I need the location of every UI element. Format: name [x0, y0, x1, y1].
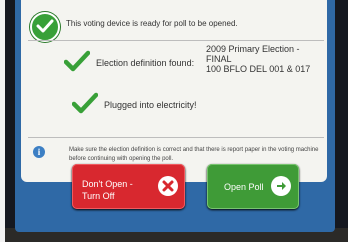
arrow-right-icon — [271, 176, 291, 196]
info-icon: i — [33, 146, 45, 158]
status-header: This voting device is ready for poll to … — [66, 19, 238, 28]
checkmark-circle-icon — [30, 12, 60, 42]
election-name: 2009 Primary Election - — [206, 44, 300, 54]
open-poll-button-label: Open Poll — [224, 182, 264, 192]
election-definition-value: 2009 Primary Election - FINAL 100 BFLO D… — [206, 44, 310, 74]
election-status: FINAL — [206, 54, 232, 64]
open-poll-button[interactable]: Open Poll — [207, 164, 299, 209]
dont-open-turn-off-button[interactable]: Don't Open - Turn Off — [72, 164, 185, 209]
election-district: 100 BFLO DEL 001 & 017 — [206, 64, 311, 74]
checkmark-icon — [64, 50, 90, 72]
election-definition-label: Election definition found: — [96, 58, 195, 68]
divider — [28, 40, 324, 41]
divider — [28, 137, 324, 138]
x-icon — [158, 176, 178, 196]
checkmark-icon — [72, 92, 98, 114]
electricity-label: Plugged into electricity! — [104, 100, 197, 110]
instruction-note: Make sure the election definition is cor… — [69, 147, 319, 162]
dont-open-button-label: Don't Open - Turn Off — [82, 179, 133, 201]
